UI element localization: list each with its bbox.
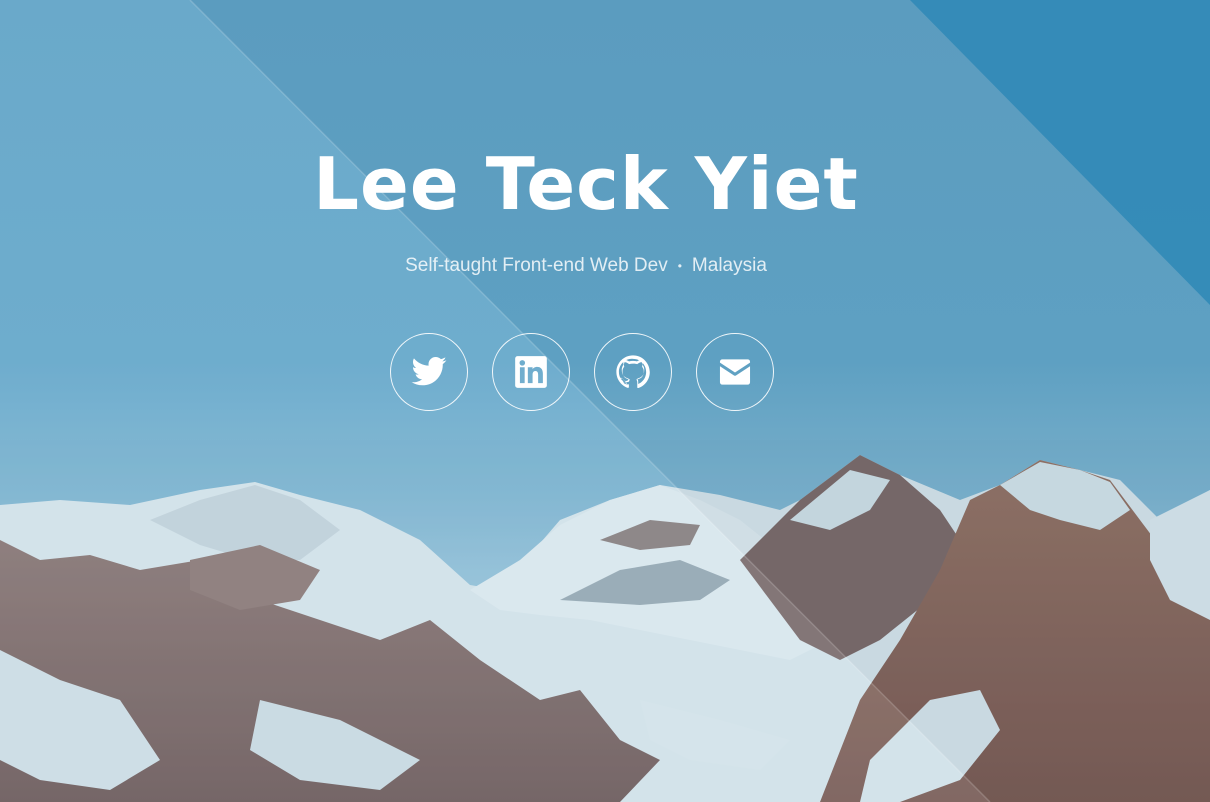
linkedin-icon [515, 356, 547, 388]
email-button[interactable] [696, 333, 774, 411]
social-links [390, 333, 774, 413]
page-title: Lee Teck Yiet [313, 142, 859, 226]
envelope-icon [719, 359, 751, 385]
linkedin-button[interactable] [492, 333, 570, 411]
github-icon [616, 355, 650, 389]
hero-content: Lee Teck Yiet Self-taught Front-end Web … [0, 0, 1210, 802]
hero-section: Lee Teck Yiet Self-taught Front-end Web … [0, 0, 1210, 802]
tagline-role: Self-taught Front-end Web Dev [405, 255, 668, 277]
tagline-location: Malaysia [691, 255, 767, 277]
twitter-icon [411, 356, 447, 386]
twitter-button[interactable] [390, 333, 468, 411]
github-button[interactable] [594, 333, 672, 411]
tagline-separator: • [677, 259, 682, 273]
tagline: Self-taught Front-end Web Dev • Malaysia [0, 252, 1172, 280]
